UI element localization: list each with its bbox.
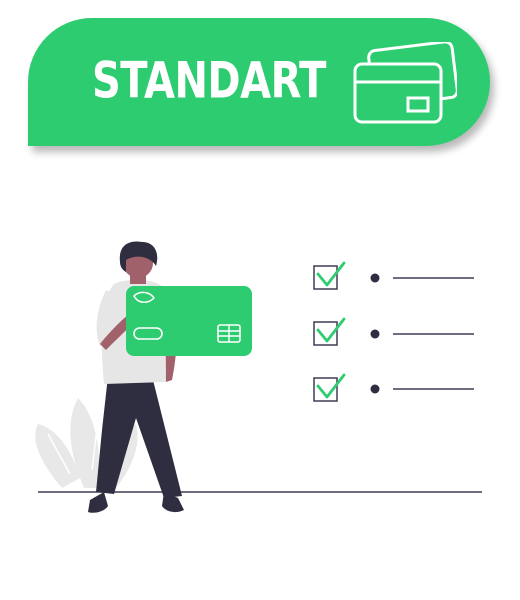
credit-card-illustration	[126, 286, 252, 356]
checklist-item	[313, 373, 474, 402]
bullet-dot	[370, 384, 380, 394]
person-illustration	[88, 241, 184, 513]
page: STANDART	[0, 0, 520, 600]
illustration	[35, 241, 482, 513]
checklist-item	[313, 317, 474, 346]
bullet-dot	[370, 273, 380, 283]
bullet-dot	[370, 329, 380, 339]
checklist	[313, 261, 474, 402]
checklist-item	[313, 261, 474, 290]
